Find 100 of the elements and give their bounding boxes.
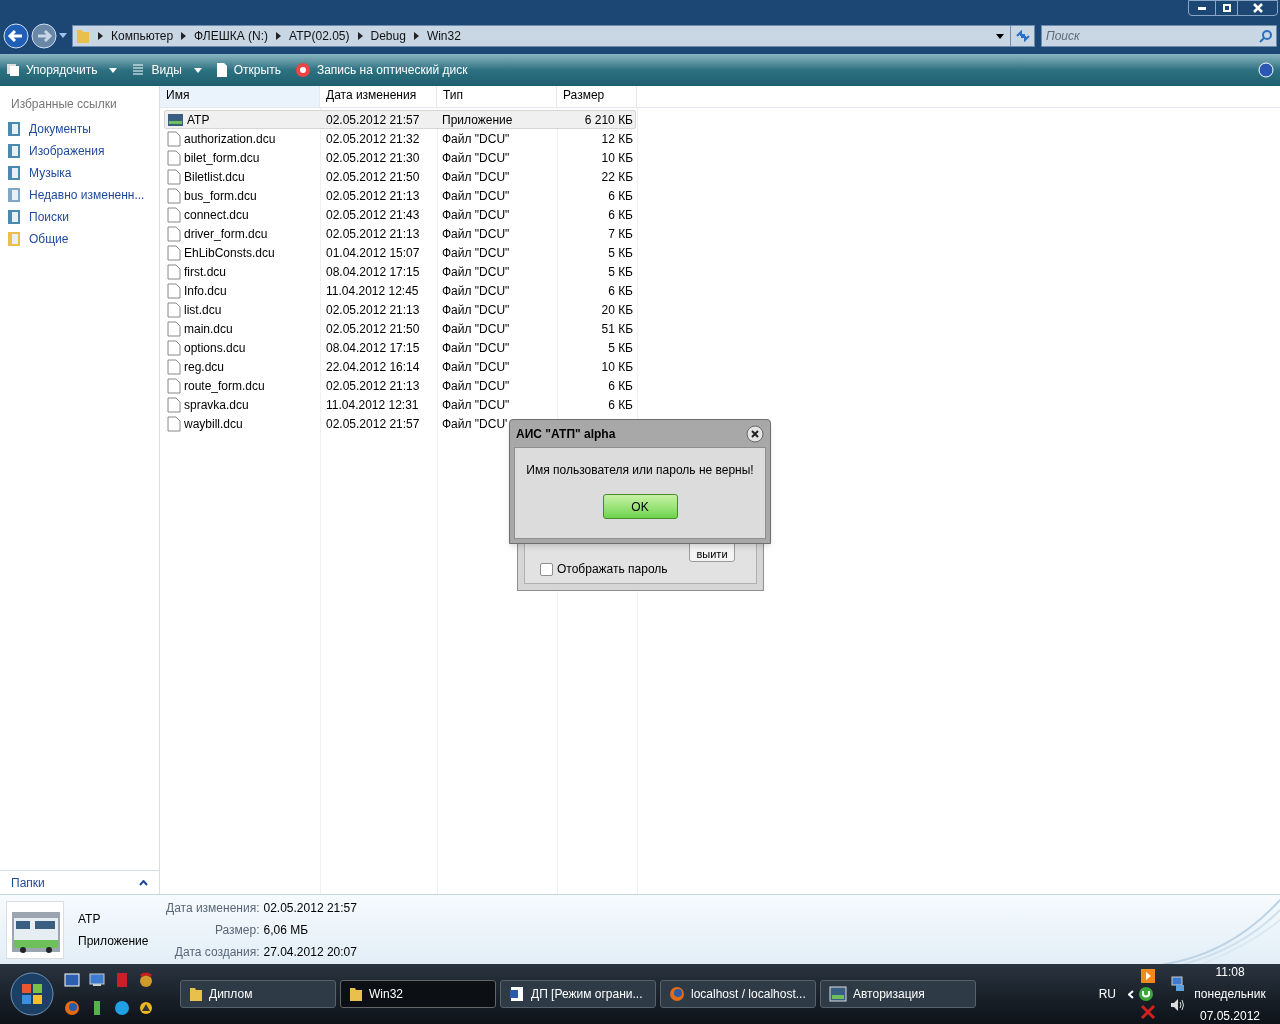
column-header[interactable]: Тип (437, 86, 557, 107)
size-cell-text: 10 КБ (600, 149, 633, 167)
volume-icon[interactable] (1170, 998, 1186, 1012)
folder-icon (76, 28, 90, 44)
file-row[interactable]: connect.dcu 02.05.2012 21:43 Файл "DCU" 6 КБ (164, 205, 636, 224)
toolbar-button[interactable]: Виды (131, 61, 202, 79)
start-button[interactable] (10, 972, 54, 1016)
file-icon (167, 244, 181, 261)
date-cell-text: 02.05.2012 21:13 (325, 301, 421, 319)
taskbar-button[interactable]: Диплом (180, 980, 336, 1008)
column-header[interactable]: Дата изменения (320, 86, 437, 107)
document-icon (509, 986, 525, 1002)
file-row[interactable]: Info.dcu 11.04.2012 12:45 Файл "DCU" 6 КБ (164, 281, 636, 300)
file-row[interactable]: driver_form.dcu 02.05.2012 21:13 Файл "DCU" 7 КБ (164, 224, 636, 243)
taskbar-button[interactable]: Авторизация (820, 980, 976, 1008)
file-name: waybill.dcu (184, 415, 243, 433)
torrent-icon[interactable] (1138, 986, 1154, 1002)
address-dropdown-icon[interactable] (996, 33, 1004, 39)
taskbar-button[interactable]: localhost / localhost... (660, 980, 816, 1008)
breadcrumb[interactable]: ATP(02.05) (289, 27, 350, 45)
close-icon[interactable] (746, 424, 764, 443)
browser-icon[interactable] (64, 1000, 80, 1016)
size-cell-text: 5 КБ (607, 244, 633, 262)
chevron-right-icon[interactable] (276, 32, 282, 40)
chevron-right-icon[interactable] (357, 32, 363, 40)
sidebar-item[interactable]: Общие (0, 228, 159, 250)
file-icon (167, 358, 181, 375)
chevron-right-icon[interactable] (413, 32, 419, 40)
network-icon[interactable] (1170, 976, 1186, 992)
breadcrumb[interactable]: Win32 (426, 27, 461, 45)
file-name: first.dcu (184, 263, 226, 281)
bus-icon (167, 112, 184, 127)
library-icon (7, 121, 21, 137)
column-header[interactable]: Размер (557, 86, 637, 107)
file-row[interactable]: route_form.dcu 02.05.2012 21:13 Файл "DCU" 6 КБ (164, 376, 636, 395)
sidebar-item[interactable]: Недавно измененн... (0, 184, 159, 206)
sidebar-item[interactable]: Документы (0, 118, 159, 140)
file-row[interactable]: first.dcu 08.04.2012 17:15 Файл "DCU" 5 КБ (164, 262, 636, 281)
folder-icon (349, 986, 363, 1002)
search-box[interactable]: Поиск (1041, 25, 1277, 47)
file-row[interactable]: Biletlist.dcu 02.05.2012 21:50 Файл "DCU" 22 КБ (164, 167, 636, 186)
ok-button[interactable]: OK (602, 494, 678, 519)
search-field[interactable]: Поиск (1042, 27, 1259, 45)
breadcrumb[interactable]: ФЛЕШКА (N:) (194, 27, 269, 45)
refresh-icon (1015, 30, 1030, 42)
address-bar[interactable]: Компьютер ФЛЕШКА (N:) ATP(02.05) Debug Win32 (72, 25, 1035, 47)
taskbar-button[interactable]: ДП [Режим ограни... (500, 980, 656, 1008)
toolbar-button[interactable]: Запись на оптический диск (294, 61, 468, 79)
taskbar-button[interactable]: Win32 (340, 980, 496, 1008)
file-row[interactable]: bus_form.dcu 02.05.2012 21:13 Файл "DCU" 6 КБ (164, 186, 636, 205)
date-cell-text: 02.05.2012 21:13 (325, 377, 421, 395)
back-icon[interactable] (3, 23, 29, 49)
clock[interactable]: 11:08 понедельник 07.05.2012 (1190, 963, 1270, 1024)
sidebar-item[interactable]: Музыка (0, 162, 159, 184)
file-row[interactable]: EhLibConsts.dcu 01.04.2012 15:07 Файл "DCU" 5 КБ (164, 243, 636, 262)
file-row[interactable]: main.dcu 02.05.2012 21:50 Файл "DCU" 51 КБ (164, 319, 636, 338)
browser-icon (669, 986, 685, 1002)
toolbar-button[interactable]: Упорядочить (6, 61, 118, 79)
chevron-right-icon[interactable] (181, 32, 187, 40)
language-indicator[interactable]: RU (1098, 985, 1116, 1003)
date-cell-text: 11.04.2012 12:45 (325, 282, 420, 300)
type-cell-text: Файл "DCU" (441, 225, 511, 243)
type-cell-text: Приложение (441, 111, 514, 129)
chevron-right-icon[interactable] (98, 32, 103, 40)
file-icon (167, 301, 181, 318)
chevron-up-icon (139, 879, 148, 886)
date-cell-text: 02.05.2012 21:30 (325, 149, 421, 167)
file-row[interactable]: list.dcu 02.05.2012 21:13 Файл "DCU" 20 КБ (164, 300, 636, 319)
breadcrumb[interactable]: Компьютер (111, 27, 174, 45)
breadcrumb[interactable]: Debug (370, 27, 406, 45)
file-row[interactable]: spravka.dcu 11.04.2012 12:31 Файл "DCU" 6 КБ (164, 395, 636, 414)
file-row[interactable]: reg.dcu 22.04.2012 16:14 Файл "DCU" 10 КБ (164, 357, 636, 376)
chevron-left-icon[interactable] (1128, 989, 1134, 999)
sidebar-item[interactable]: Поиски (0, 206, 159, 228)
type-cell-text: Файл "DCU" (441, 168, 511, 186)
date-cell-text: 02.05.2012 21:57 (325, 415, 421, 433)
history-dropdown-icon[interactable] (59, 33, 67, 39)
clock-date: 07.05.2012 (1199, 1008, 1261, 1024)
file-icon (167, 149, 181, 166)
size-cell-text: 20 КБ (600, 301, 633, 319)
file-row[interactable]: options.dcu 08.04.2012 17:15 Файл "DCU" 5 КБ (164, 338, 636, 357)
file-icon (167, 130, 181, 147)
file-name: route_form.dcu (184, 377, 265, 395)
sidebar-heading: Избранные ссылки (10, 96, 118, 113)
antivirus-icon[interactable] (1140, 1004, 1156, 1020)
file-name: driver_form.dcu (184, 225, 268, 243)
file-row[interactable]: authorization.dcu 02.05.2012 21:32 Файл "DCU" 12 КБ (164, 129, 636, 148)
column-header[interactable]: Имя (160, 86, 320, 107)
sidebar-item[interactable]: Изображения (0, 140, 159, 162)
show-password-checkbox[interactable] (540, 562, 553, 576)
file-row[interactable]: ATP 02.05.2012 21:57 Приложение 6 210 КБ (164, 110, 636, 129)
show-desktop-icon[interactable] (64, 972, 80, 988)
type-cell-text: Файл "DCU" (441, 377, 511, 395)
file-name: bilet_form.dcu (184, 149, 260, 167)
forward-icon[interactable] (31, 23, 57, 49)
monitor-icon[interactable] (88, 972, 105, 988)
search-icon[interactable] (1259, 29, 1272, 43)
file-row[interactable]: bilet_form.dcu 02.05.2012 21:30 Файл "DCU" 10 КБ (164, 148, 636, 167)
media-player-icon[interactable] (1140, 968, 1156, 984)
toolbar-button[interactable]: Открыть (215, 61, 281, 79)
